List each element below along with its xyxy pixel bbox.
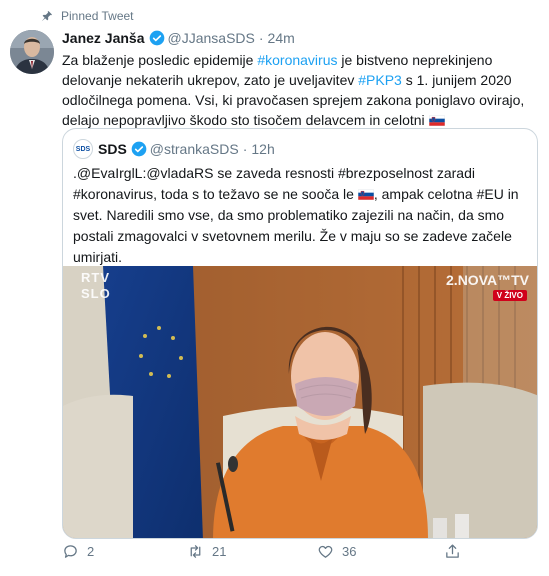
retweet-icon: [190, 545, 201, 558]
author-avatar[interactable]: [10, 30, 54, 74]
quoted-tweet-text: .@EvaIrglL:@vladaRS se zaveda resnosti #…: [73, 163, 529, 268]
quoted-author-name: SDS: [98, 141, 127, 157]
share-icon: [446, 544, 459, 558]
hashtag-link[interactable]: #koronavirus: [257, 52, 337, 68]
pinned-label: Pinned Tweet: [61, 9, 134, 23]
author-handle[interactable]: @JJansaSDS: [168, 30, 255, 46]
retweet-count: 21: [212, 544, 227, 559]
video-watermark-right: 2.NOVA™TV: [446, 272, 529, 288]
quoted-author-handle: @strankaSDS: [149, 141, 239, 157]
video-frame-image: [63, 266, 537, 538]
tweet-text: Za blaženje posledic epidemije #koronavi…: [62, 50, 532, 130]
heart-icon: [318, 545, 333, 558]
verified-badge-icon: [149, 30, 164, 46]
retweet-button[interactable]: 21: [187, 543, 226, 560]
share-button[interactable]: [444, 543, 461, 560]
like-button[interactable]: 36: [317, 543, 356, 560]
pin-icon: [41, 11, 52, 22]
tweet-timestamp[interactable]: 24m: [268, 30, 295, 46]
tweet-actions: 2 21 36: [62, 543, 482, 563]
pinned-tweet-indicator: Pinned Tweet: [40, 9, 134, 23]
quoted-tweet-header: SDS SDS @strankaSDS · 12h: [73, 139, 275, 159]
author-name[interactable]: Janez Janša: [62, 30, 145, 46]
quoted-author-avatar: SDS: [73, 139, 93, 159]
reply-icon: [64, 545, 77, 558]
quoted-tweet-video[interactable]: RTV SLO 2.NOVA™TV V ŽIVO: [63, 266, 537, 538]
quoted-tweet[interactable]: SDS SDS @strankaSDS · 12h .@EvaIrglL:@vl…: [62, 128, 538, 539]
header-separator: ·: [258, 30, 264, 46]
tweet-text-part: Za blaženje posledic epidemije: [62, 52, 258, 68]
like-count: 36: [342, 544, 357, 559]
hashtag-link[interactable]: #PKP3: [358, 72, 402, 88]
reply-button[interactable]: 2: [62, 543, 94, 560]
tweet-header: Janez Janša @JJansaSDS · 24m: [62, 30, 295, 46]
reply-count: 2: [87, 544, 95, 559]
quoted-header-separator: ·: [242, 141, 248, 157]
watermark-line: RTV: [81, 270, 110, 285]
slovenia-flag-icon: [357, 189, 374, 200]
watermark-line: SLO: [81, 286, 111, 301]
slovenia-flag-icon: [428, 115, 445, 126]
live-badge: V ŽIVO: [492, 290, 527, 301]
verified-badge-icon: [131, 141, 147, 157]
video-watermark-left: RTV SLO: [81, 270, 111, 302]
quoted-timestamp: 12h: [251, 141, 275, 157]
